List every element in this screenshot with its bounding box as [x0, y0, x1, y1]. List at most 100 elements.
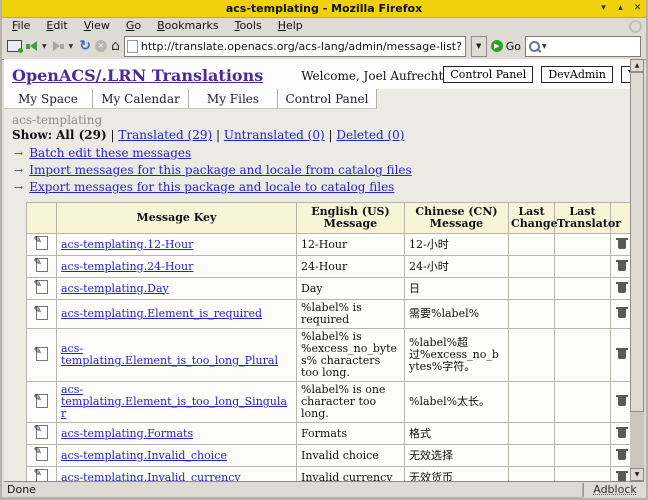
scrollbar-thumb[interactable] [630, 72, 644, 412]
message-key-link[interactable]: acs-templating.Element_is_too_long_Plura… [61, 342, 278, 367]
nav-toolbar: ▼ ▼ ↻ ✕ ⌂ ▼ ▶ Go ▼ [2, 33, 646, 60]
edit-icon[interactable] [36, 280, 48, 294]
message-key-link[interactable]: acs-templating.Invalid_currency [61, 471, 241, 482]
action-link[interactable]: Batch edit these messages [29, 146, 191, 160]
reload-icon[interactable]: ↻ [79, 39, 91, 53]
site-title-link[interactable]: OpenACS/.LRN Translations [12, 66, 263, 85]
action-item: →Export messages for this package and lo… [12, 179, 624, 196]
edit-icon[interactable] [36, 306, 48, 320]
menu-help[interactable]: Help [270, 18, 311, 33]
search-icon [529, 41, 540, 52]
action-link[interactable]: Import messages for this package and loc… [29, 163, 411, 177]
tab-my-space[interactable]: My Space [4, 89, 93, 109]
message-key-link[interactable]: acs-templating.Day [61, 282, 169, 295]
delete-icon[interactable] [618, 473, 626, 482]
menu-tools[interactable]: Tools [227, 18, 270, 33]
chinese-message: 无效选择 [405, 445, 509, 467]
go-button[interactable]: ▶ Go [491, 40, 521, 53]
action-link[interactable]: Export messages for this package and loc… [29, 180, 394, 194]
message-key-link[interactable]: acs-templating.24-Hour [61, 260, 193, 273]
forward-button[interactable] [53, 41, 64, 51]
search-box: ▼ [525, 36, 641, 57]
message-key-link[interactable]: acs-templating.12-Hour [61, 238, 193, 251]
header-button-your-account[interactable]: Your Account [621, 66, 630, 83]
table-row: acs-templating.12-Hour12-Hour12-小时 [27, 234, 631, 256]
delete-icon[interactable] [618, 350, 626, 359]
home-icon[interactable]: ⌂ [111, 39, 120, 53]
stop-icon[interactable]: ✕ [95, 40, 107, 52]
last-translator [555, 382, 611, 423]
chinese-message: %label%超过%excess_no_bytes%字符。 [405, 329, 509, 382]
titlebar[interactable]: acs-templating - Mozilla Firefox ▾ ▴ ✕ [2, 0, 646, 18]
browser-viewport: OpenACS/.LRN Translations Welcome, Joel … [4, 59, 644, 482]
edit-icon[interactable] [36, 258, 48, 272]
menu-go[interactable]: Go [118, 18, 149, 33]
filter-bar: Show: All (29) | Translated (29) | Untra… [12, 128, 624, 142]
message-key-link[interactable]: acs-templating.Element_is_required [61, 307, 262, 320]
throbber-icon [629, 20, 642, 33]
english-message: %label% is %excess_no_bytes% characters … [297, 329, 405, 382]
table-header-row: Message KeyEnglish (US) MessageChinese (… [27, 203, 631, 234]
message-key-link[interactable]: acs-templating.Formats [61, 427, 193, 440]
delete-icon[interactable] [618, 284, 626, 293]
delete-icon[interactable] [618, 262, 626, 271]
menu-edit[interactable]: Edit [38, 18, 75, 33]
adblock-button[interactable]: Adblock [583, 483, 646, 497]
back-dropdown-icon[interactable]: ▼ [42, 43, 47, 50]
minimize-icon[interactable]: ▾ [597, 1, 610, 15]
edit-icon[interactable] [36, 469, 48, 481]
tab-my-calendar[interactable]: My Calendar [93, 89, 189, 109]
chinese-message: 24-小时 [405, 256, 509, 278]
url-input[interactable] [141, 40, 463, 53]
edit-icon[interactable] [36, 347, 48, 361]
scroll-down-icon[interactable]: ▼ [630, 468, 644, 481]
forward-dropdown-icon[interactable]: ▼ [69, 43, 74, 50]
tab-control-panel[interactable]: Control Panel [278, 89, 377, 109]
last-change [509, 234, 555, 256]
col-header-message-key: Message Key [57, 203, 297, 234]
chinese-message: 无效货币 [405, 467, 509, 482]
message-key-link[interactable]: acs-templating.Element_is_too_long_Singu… [61, 383, 287, 420]
menu-file[interactable]: File [4, 18, 38, 33]
tab-my-files[interactable]: My Files [189, 89, 278, 109]
delete-icon[interactable] [618, 451, 626, 460]
last-translator [555, 329, 611, 382]
menu-bookmarks[interactable]: Bookmarks [149, 18, 226, 33]
vertical-scrollbar[interactable]: ▲ ▼ [630, 59, 644, 481]
filter-untranslated[interactable]: Untranslated (0) [224, 128, 325, 142]
action-item: →Import messages for this package and lo… [12, 162, 624, 179]
header-button-control-panel[interactable]: Control Panel [443, 66, 533, 83]
filter-deleted[interactable]: Deleted (0) [336, 128, 404, 142]
last-change [509, 300, 555, 329]
search-input[interactable] [549, 38, 637, 55]
delete-icon[interactable] [618, 240, 626, 249]
back-button[interactable] [26, 41, 37, 51]
scroll-up-icon[interactable]: ▲ [630, 59, 644, 72]
status-text: Done [2, 483, 583, 498]
url-dropdown-icon[interactable]: ▼ [471, 36, 487, 57]
edit-icon[interactable] [36, 236, 48, 250]
search-dropdown-icon[interactable]: ▼ [542, 43, 547, 50]
close-icon[interactable]: ✕ [631, 1, 644, 15]
delete-icon[interactable] [618, 397, 626, 406]
edit-icon[interactable] [36, 394, 48, 408]
window-icon[interactable] [7, 40, 22, 52]
delete-icon[interactable] [618, 429, 626, 438]
last-translator [555, 234, 611, 256]
filter-translated[interactable]: Translated (29) [118, 128, 212, 142]
page-icon [127, 40, 138, 53]
english-message: 24-Hour [297, 256, 405, 278]
delete-icon[interactable] [618, 309, 626, 318]
maximize-icon[interactable]: ▴ [614, 1, 627, 15]
last-change [509, 278, 555, 300]
menu-view[interactable]: View [76, 18, 118, 33]
chinese-message: 格式 [405, 423, 509, 445]
edit-icon[interactable] [36, 425, 48, 439]
table-row: acs-templating.Element_is_too_long_Plura… [27, 329, 631, 382]
table-row: acs-templating.Invalid_currencyInvalid c… [27, 467, 631, 482]
table-row: acs-templating.DayDay日 [27, 278, 631, 300]
message-key-link[interactable]: acs-templating.Invalid_choice [61, 449, 227, 462]
filter-all: All (29) [56, 128, 107, 142]
edit-icon[interactable] [36, 447, 48, 461]
header-button-devadmin[interactable]: DevAdmin [541, 66, 613, 83]
